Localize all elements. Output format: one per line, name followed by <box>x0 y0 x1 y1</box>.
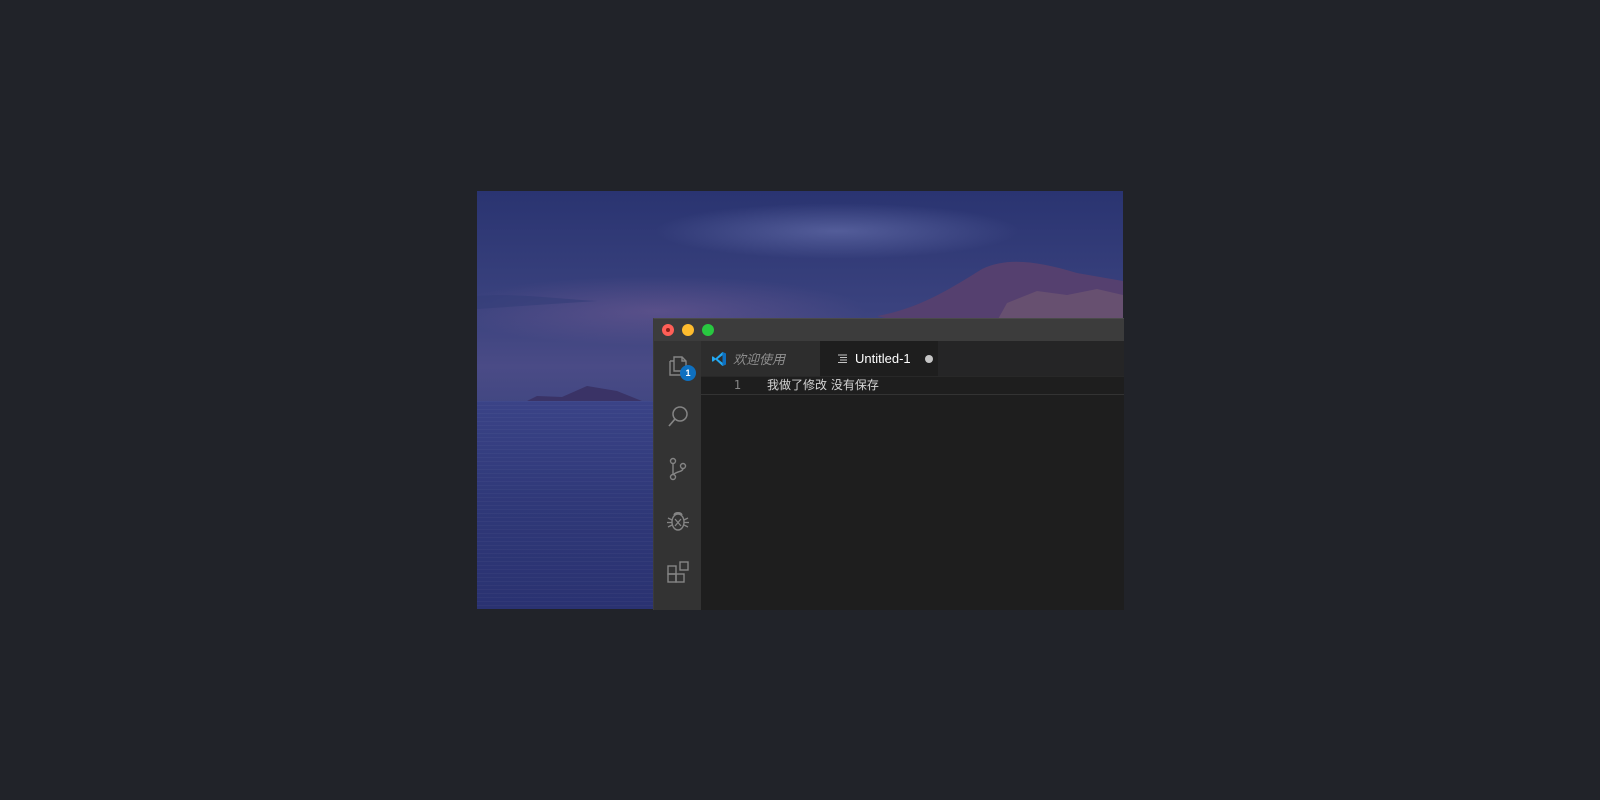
line-number: 1 <box>733 378 741 392</box>
activity-search[interactable] <box>654 393 701 441</box>
activity-source-control[interactable] <box>654 445 701 493</box>
maximize-window-button[interactable] <box>702 324 714 336</box>
code-editor[interactable]: 1 我做了修改 没有保存 <box>701 376 1124 610</box>
activity-extensions[interactable] <box>654 549 701 597</box>
explorer-badge: 1 <box>680 365 696 381</box>
activity-debug[interactable] <box>654 497 701 545</box>
vscode-logo-icon <box>712 351 726 366</box>
source-control-icon <box>669 457 686 481</box>
close-window-button[interactable] <box>662 324 674 336</box>
title-bar[interactable] <box>654 319 1124 341</box>
code-line[interactable]: 我做了修改 没有保存 <box>767 377 879 394</box>
unsaved-indicator-icon[interactable] <box>924 354 933 363</box>
tab-welcome-label: 欢迎使用 <box>733 352 786 367</box>
text-file-icon <box>838 354 847 363</box>
editor-area: 欢迎使用 Untitled-1 1 我做了修改 没有保存 <box>701 341 1124 610</box>
minimize-window-button[interactable] <box>682 324 694 336</box>
extensions-icon <box>666 561 689 583</box>
tab-untitled[interactable]: Untitled-1 <box>820 341 938 376</box>
search-icon <box>667 406 688 427</box>
activity-explorer[interactable]: 1 <box>654 341 701 389</box>
activity-bar: 1 <box>654 341 701 610</box>
vscode-window: 1 欢迎使用 Untitled-1 1 我做了修改 没有保存 <box>653 318 1124 610</box>
tab-welcome[interactable]: 欢迎使用 <box>701 341 820 376</box>
tab-untitled-label: Untitled-1 <box>855 351 911 366</box>
debug-icon <box>666 512 689 531</box>
current-line-highlight <box>701 376 1124 395</box>
tab-bar: 欢迎使用 Untitled-1 <box>701 341 1124 376</box>
